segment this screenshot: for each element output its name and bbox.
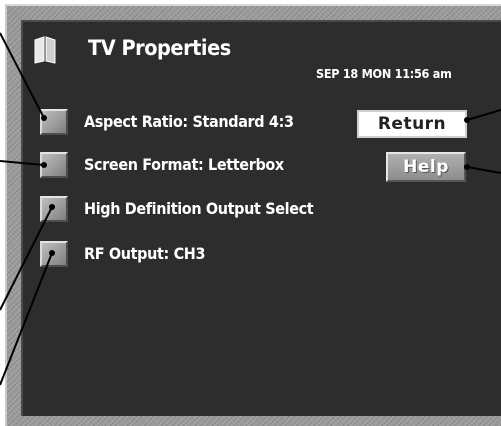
callout-dot-screen-format bbox=[41, 162, 47, 168]
callout-dot-aspect-ratio bbox=[41, 115, 47, 121]
callout-dot-help bbox=[464, 164, 470, 170]
callout-dot-return bbox=[464, 117, 470, 123]
callout-line-aspect-ratio bbox=[0, 32, 45, 119]
callout-lines bbox=[0, 32, 501, 386]
callout-dot-hd-output bbox=[49, 204, 55, 210]
callout-line-screen-format bbox=[0, 160, 45, 166]
callout-dot-rf-output bbox=[49, 250, 55, 256]
callout-line-help bbox=[466, 166, 501, 174]
callout-line-rf-output bbox=[0, 252, 53, 386]
callout-line-return bbox=[466, 109, 501, 121]
callout-line-hd-output bbox=[0, 206, 53, 311]
